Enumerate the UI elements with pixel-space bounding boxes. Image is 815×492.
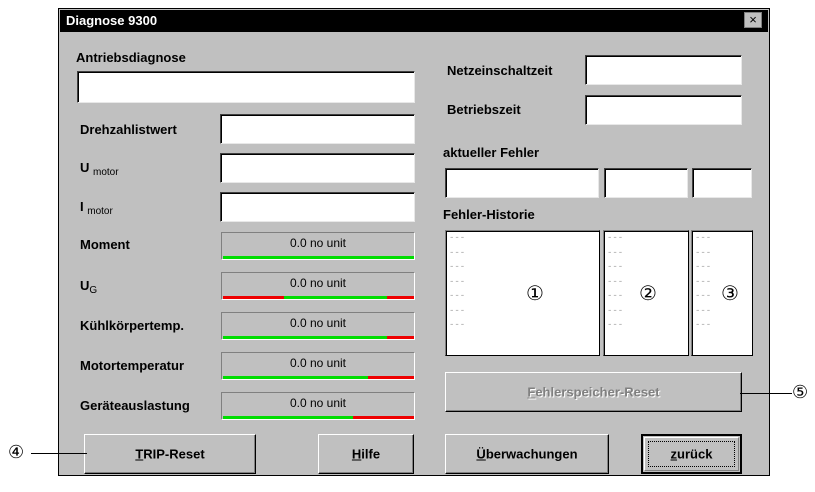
- list-item: ---: [449, 276, 466, 287]
- operating-time-label: Betriebszeit: [447, 102, 521, 117]
- heatsink-temp-gauge: 0.0 no unit: [221, 312, 415, 340]
- list-item: ---: [449, 320, 466, 330]
- current-error-field-2: [604, 168, 688, 198]
- callout-4-line: [31, 453, 87, 454]
- motor-temp-gauge: 0.0 no unit: [221, 352, 415, 380]
- u-motor-label: U motor: [80, 160, 119, 178]
- drive-diagnosis-label: Antriebsdiagnose: [76, 50, 186, 65]
- moment-gauge: 0.0 no unit: [221, 232, 415, 260]
- moment-value: 0.0 no unit: [289, 236, 347, 250]
- motor-temp-bar-red: [368, 376, 414, 379]
- ug-bar-red-left: [223, 296, 284, 299]
- heatsink-bar-red: [387, 336, 414, 339]
- heatsink-temp-value: 0.0 no unit: [289, 316, 347, 330]
- i-motor-field: [220, 192, 415, 222]
- list-item: ---: [449, 291, 466, 301]
- callout-5: ⑤: [792, 382, 809, 403]
- motor-temp-label: Motortemperatur: [80, 358, 185, 373]
- ug-bar-green: [284, 296, 387, 299]
- device-load-gauge: 0.0 no unit: [221, 392, 415, 420]
- history-marker-2: ②: [639, 281, 657, 305]
- power-on-time-field: [585, 55, 742, 85]
- window-title: Diagnose 9300: [66, 13, 158, 28]
- list-item: ---: [607, 305, 624, 316]
- list-item: ---: [695, 247, 712, 258]
- moment-label: Moment: [80, 237, 130, 252]
- ug-gauge: 0.0 no unit: [221, 272, 415, 300]
- current-error-field-1: [445, 168, 599, 198]
- close-icon[interactable]: ×: [744, 12, 762, 28]
- u-motor-field: [220, 153, 415, 183]
- drive-diagnosis-field: [77, 71, 415, 103]
- error-history-list-1[interactable]: --- --- --- --- --- --- ---: [445, 230, 600, 356]
- motor-temp-bar-green: [223, 376, 368, 379]
- callout-5-line: [740, 393, 792, 394]
- list-item: ---: [449, 233, 466, 243]
- device-load-label: Geräteauslastung: [80, 398, 190, 413]
- power-on-time-label: Netzeinschaltzeit: [447, 63, 553, 78]
- monitoring-button[interactable]: Überwachungen: [445, 434, 609, 474]
- list-item: ---: [607, 233, 624, 243]
- title-bar: Diagnose 9300: [60, 10, 768, 32]
- i-motor-label: I motor: [80, 199, 113, 217]
- back-button[interactable]: zurück: [641, 434, 742, 474]
- operating-time-field: [585, 95, 742, 125]
- error-memory-reset-button[interactable]: Fehlerspeicher-Reset: [445, 372, 742, 412]
- error-history-label: Fehler-Historie: [443, 207, 535, 222]
- history-marker-3: ③: [721, 281, 739, 305]
- device-load-bar-green: [223, 416, 353, 419]
- speed-actual-label: Drehzahlistwert: [80, 122, 177, 137]
- ug-bar-red-right: [387, 296, 414, 299]
- help-button[interactable]: Hilfe: [318, 434, 414, 474]
- ug-value: 0.0 no unit: [289, 276, 347, 290]
- history-marker-1: ①: [526, 281, 544, 305]
- trip-reset-button[interactable]: TRIP-Reset: [84, 434, 256, 474]
- list-item: ---: [607, 320, 624, 330]
- list-item: ---: [449, 247, 466, 258]
- ug-label: UG: [80, 278, 98, 296]
- list-item: ---: [695, 262, 712, 272]
- current-error-label: aktueller Fehler: [443, 145, 540, 160]
- current-error-field-3: [692, 168, 752, 198]
- list-item: ---: [449, 262, 466, 272]
- list-item: ---: [695, 233, 712, 243]
- list-item: ---: [449, 305, 466, 316]
- motor-temp-value: 0.0 no unit: [289, 356, 347, 370]
- list-item: ---: [695, 320, 712, 330]
- device-load-bar-red: [353, 416, 414, 419]
- speed-actual-field: [220, 114, 415, 144]
- list-item: ---: [607, 247, 624, 258]
- heatsink-bar-green: [223, 336, 387, 339]
- device-load-value: 0.0 no unit: [289, 396, 347, 410]
- list-item: ---: [607, 262, 624, 272]
- heatsink-temp-label: Kühlkörpertemp.: [80, 318, 185, 333]
- callout-4: ④: [8, 442, 25, 463]
- list-item: ---: [695, 305, 712, 316]
- moment-bar-green: [223, 256, 414, 259]
